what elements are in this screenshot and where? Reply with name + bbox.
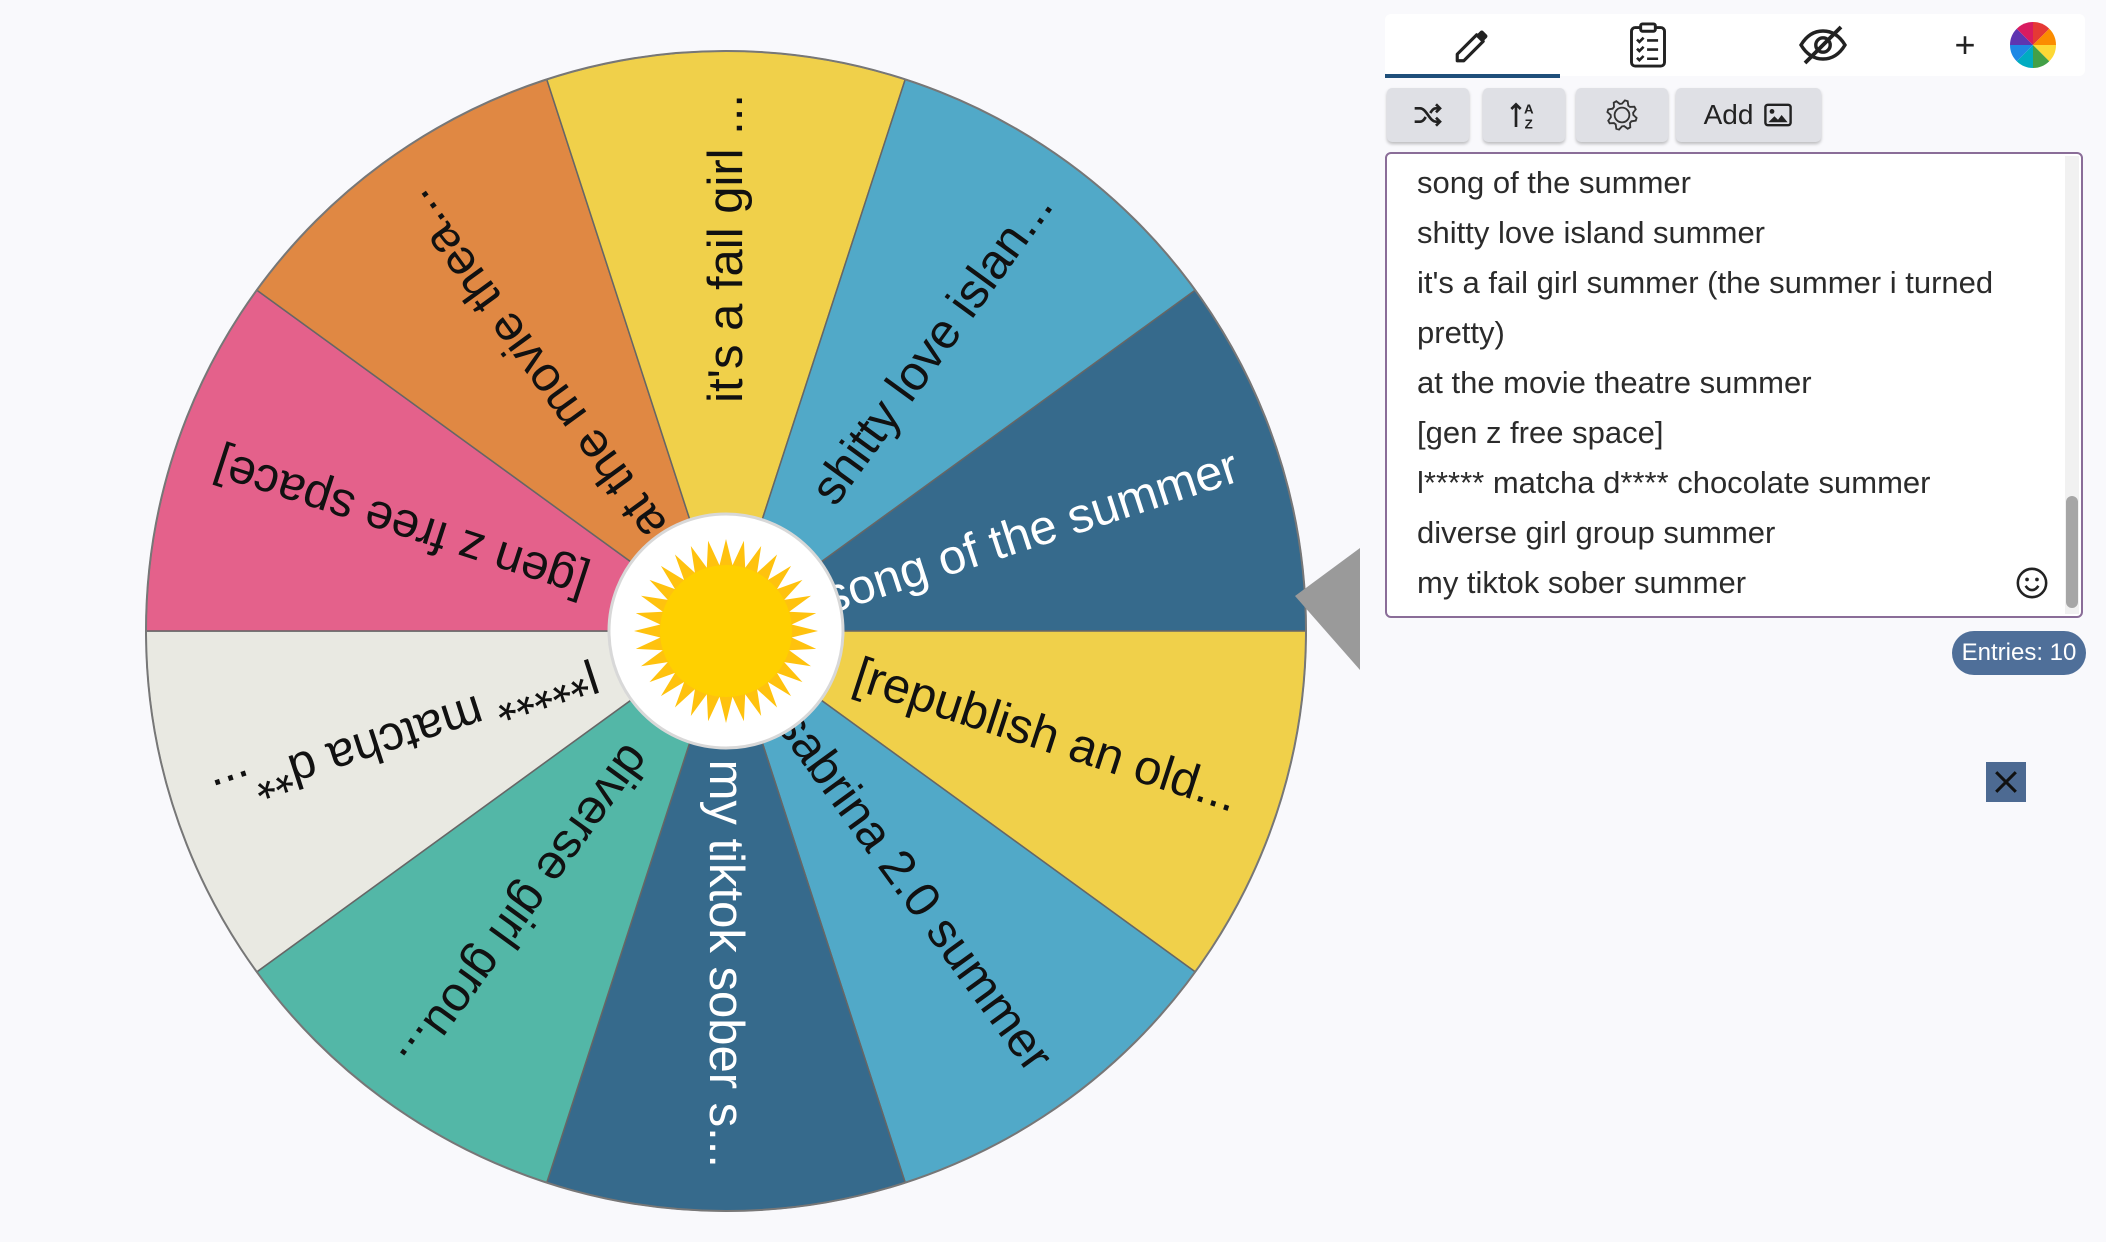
entry-line[interactable]: at the movie theatre summer <box>1417 358 1812 408</box>
entry-line[interactable]: [gen z free space] <box>1417 408 1663 458</box>
entries-textarea[interactable]: song of the summer shitty love island sum… <box>1385 152 2083 618</box>
clipboard-checklist-icon <box>1629 22 1666 68</box>
tab-entries[interactable] <box>1385 14 1560 78</box>
panel-tabs: + <box>1385 14 2085 78</box>
svg-text:A: A <box>1524 102 1534 117</box>
sort-az-icon: A Z <box>1510 102 1534 131</box>
wheel-segment-label: my tiktok sober s... <box>699 760 753 1168</box>
settings-button[interactable] <box>1576 88 1668 142</box>
entry-line[interactable]: my tiktok sober summer <box>1417 558 1746 608</box>
close-button[interactable] <box>1986 762 2026 802</box>
shuffle-icon <box>1414 103 1442 127</box>
tab-colors[interactable] <box>1995 14 2070 76</box>
emoji-icon[interactable] <box>2015 566 2049 600</box>
image-icon <box>1764 103 1793 127</box>
tab-hide[interactable] <box>1735 14 1910 76</box>
spin-wheel[interactable]: song of the summer[republish an old...sa… <box>0 0 1380 1242</box>
tab-results[interactable] <box>1560 14 1735 76</box>
spin-wheel-area: song of the summer [republish an old... sa… <box>0 0 1380 1242</box>
pencil-icon <box>1455 30 1487 63</box>
shuffle-button[interactable] <box>1387 88 1469 142</box>
add-image-label: Add <box>1703 99 1754 130</box>
close-icon <box>1995 771 2017 793</box>
scrollbar-thumb[interactable] <box>2066 496 2078 608</box>
entry-line[interactable]: it's a fail girl summer (the summer i tu… <box>1417 258 1993 308</box>
svg-text:Z: Z <box>1525 116 1533 131</box>
entry-line[interactable]: l***** matcha d**** chocolate summer <box>1417 458 1930 508</box>
sun-icon <box>634 539 818 723</box>
entry-line[interactable]: shitty love island summer <box>1417 208 1765 258</box>
color-wheel-icon <box>2009 22 2056 68</box>
add-image-button[interactable]: Add <box>1676 88 1821 142</box>
entry-line[interactable]: song of the summer <box>1417 158 1691 208</box>
entry-line[interactable]: pretty) <box>1417 308 1505 358</box>
entry-line[interactable]: diverse girl group summer <box>1417 508 1775 558</box>
wheel-segment-label: it's a fail girl ... <box>699 94 753 403</box>
tab-add[interactable]: + <box>1935 14 1995 76</box>
gear-icon <box>1606 99 1638 131</box>
sort-button[interactable]: A Z <box>1483 88 1565 142</box>
entries-count-badge: Entries: 10 <box>1952 631 2086 675</box>
eye-slash-icon <box>1798 25 1847 65</box>
